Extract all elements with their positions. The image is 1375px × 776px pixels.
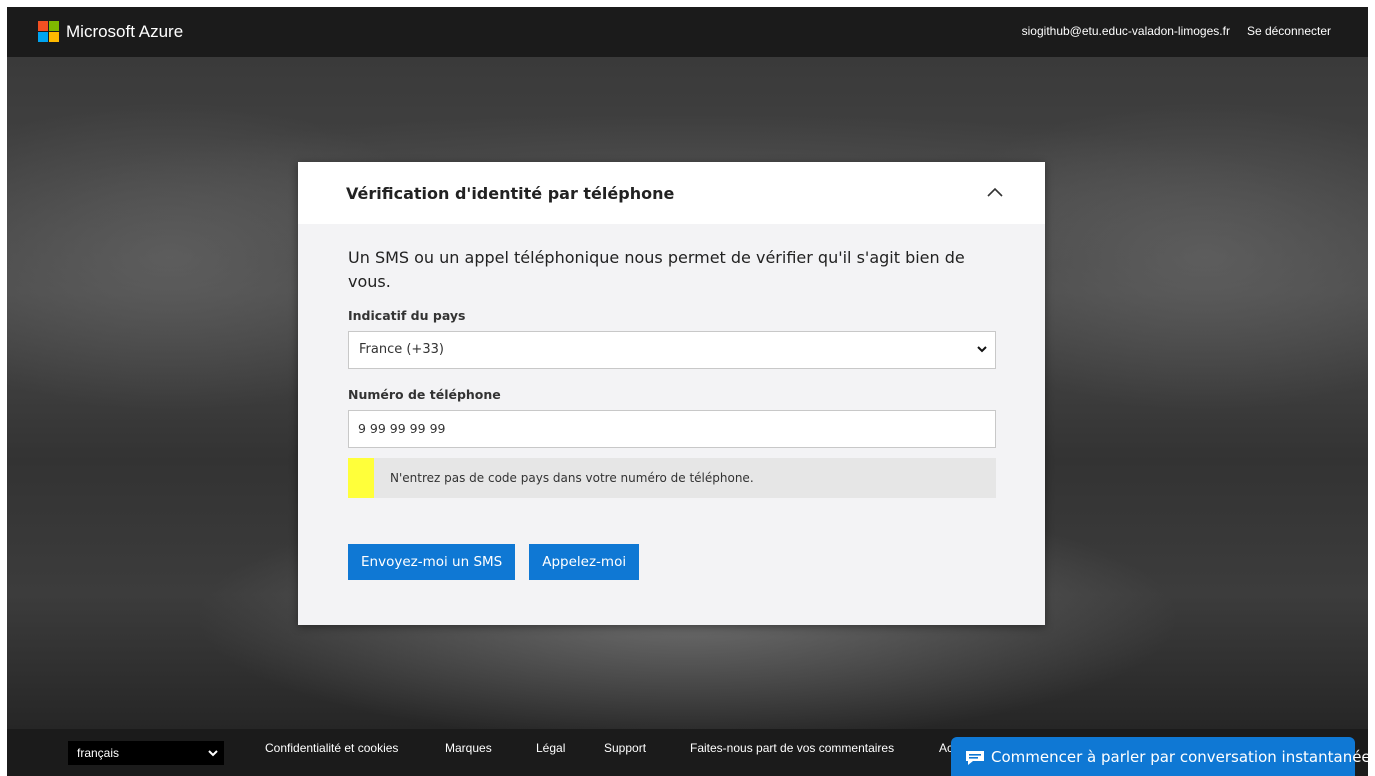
chat-button[interactable]: Commencer à parler par conversation inst…	[951, 737, 1368, 776]
chat-icon	[966, 751, 984, 765]
send-sms-button[interactable]: Envoyez-moi un SMS	[348, 544, 516, 580]
chat-label: Commencer à parler par conversation inst…	[991, 748, 1368, 766]
notice-marker	[348, 458, 374, 498]
intro-text: Un SMS ou un appel téléphonique nous per…	[348, 248, 965, 291]
country-code-value: France (+33)	[359, 342, 444, 357]
phone-number-field	[348, 410, 996, 448]
page-frame: Microsoft Azure siogithub@etu.educ-valad…	[7, 7, 1368, 776]
footer-link-trademarks[interactable]: Marques	[445, 741, 492, 755]
notice-text: N'entrez pas de code pays dans votre num…	[390, 471, 754, 485]
phone-number-input[interactable]	[349, 411, 978, 445]
chevron-down-icon	[977, 346, 987, 353]
language-select[interactable]: français	[68, 741, 224, 765]
notice-box: N'entrez pas de code pays dans votre num…	[348, 458, 996, 498]
brand[interactable]: Microsoft Azure	[38, 21, 183, 42]
card-header: Vérification d'identité par téléphone	[298, 162, 1045, 224]
footer-link-privacy[interactable]: Confidentialité et cookies	[265, 741, 398, 755]
collapse-button[interactable]	[985, 182, 1005, 202]
footer-link-legal[interactable]: Légal	[536, 741, 565, 755]
action-buttons: Envoyez-moi un SMS Appelez-moi	[348, 544, 995, 580]
top-bar: Microsoft Azure siogithub@etu.educ-valad…	[7, 7, 1368, 57]
phone-verification-card: Vérification d'identité par téléphone Un…	[298, 162, 1045, 625]
country-code-select[interactable]: France (+33)	[348, 331, 996, 369]
chevron-down-icon	[208, 750, 218, 757]
footer: français Confidentialité et cookies Marq…	[7, 729, 1368, 776]
footer-link-feedback[interactable]: Faites-nous part de vos commentaires	[690, 741, 894, 755]
account-area: siogithub@etu.educ-valadon-limoges.fr Se…	[1022, 24, 1331, 38]
phone-number-label: Numéro de téléphone	[348, 387, 501, 402]
signout-link[interactable]: Se déconnecter	[1247, 24, 1331, 38]
brand-name: Microsoft Azure	[66, 21, 184, 41]
footer-link-support[interactable]: Support	[604, 741, 646, 755]
card-body: Un SMS ou un appel téléphonique nous per…	[298, 224, 1045, 580]
language-value: français	[77, 746, 120, 760]
chevron-up-icon	[987, 187, 1003, 197]
country-code-label: Indicatif du pays	[348, 308, 466, 323]
card-title: Vérification d'identité par téléphone	[346, 184, 675, 203]
call-me-button[interactable]: Appelez-moi	[529, 544, 640, 580]
microsoft-logo-icon	[38, 21, 59, 42]
user-email-link[interactable]: siogithub@etu.educ-valadon-limoges.fr	[1022, 24, 1230, 38]
